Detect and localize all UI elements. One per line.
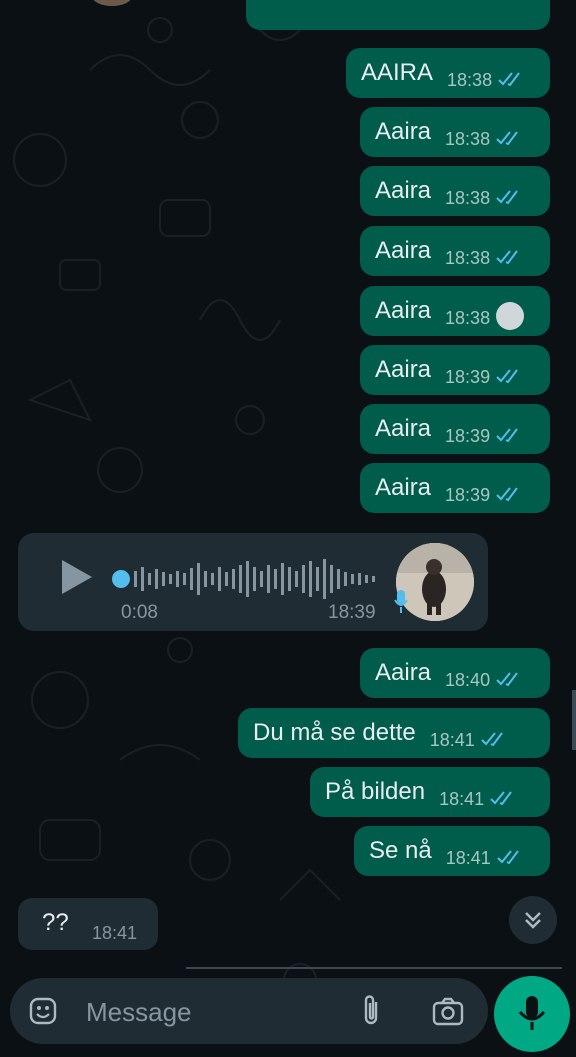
message-text: Aaira (375, 415, 432, 442)
message-text: Aaira (375, 356, 432, 383)
message-time: 18:38 (445, 307, 491, 328)
voice-message-bubble[interactable]: 0:08 18:39 (18, 533, 488, 631)
message-text: Aaira (375, 659, 432, 686)
message-composer (10, 978, 488, 1044)
message-time: 18:39 (445, 484, 491, 505)
message-time: 18:41 (439, 788, 485, 809)
voice-record-button[interactable] (494, 976, 570, 1052)
playback-scrubber[interactable] (112, 570, 130, 588)
message-time: 18:40 (445, 669, 491, 690)
message-time: 18:39 (445, 366, 491, 387)
message-text: Se nå (369, 837, 432, 864)
message-text: Aaira (375, 118, 432, 145)
message-bubble[interactable]: Se nå 18:41 (354, 826, 550, 876)
paperclip-icon[interactable] (360, 994, 384, 1028)
sticker-icon[interactable] (28, 996, 58, 1026)
message-time: 18:38 (445, 187, 491, 208)
double-chevron-down-icon (525, 912, 541, 929)
microphone-icon (394, 590, 408, 613)
message-text: Aaira (375, 297, 432, 324)
message-bubble[interactable]: Aaira 18:39 (360, 463, 550, 513)
double-check-icon (496, 190, 518, 205)
message-bubble[interactable]: Aaira 18:38 (360, 286, 550, 336)
camera-icon[interactable] (432, 996, 464, 1026)
message-time: 18:38 (447, 69, 493, 90)
double-check-icon (496, 131, 518, 146)
message-input[interactable] (84, 992, 338, 1032)
message-text: ?? (42, 909, 69, 936)
message-time: 18:41 (445, 847, 491, 868)
message-bubble[interactable]: Aaira 18:38 (360, 107, 550, 157)
message-time: 18:41 (429, 729, 475, 750)
double-check-icon (481, 732, 503, 747)
double-check-icon (496, 428, 518, 443)
voice-duration: 0:08 (121, 602, 158, 623)
message-text: Du må se dette (253, 719, 416, 746)
message-bubble[interactable]: Aaira 18:38 (360, 226, 550, 276)
message-bubble[interactable]: Aaira 18:38 (360, 166, 550, 216)
play-icon[interactable] (62, 560, 92, 594)
clock-icon (496, 302, 525, 330)
microphone-icon (518, 996, 546, 1030)
message-text: Aaira (375, 177, 432, 204)
waveform[interactable] (132, 553, 378, 605)
previous-message-bubble (246, 0, 550, 30)
incoming-message-bubble[interactable]: ?? 18:41 (18, 898, 158, 950)
message-bubble[interactable]: Aaira 18:40 (360, 648, 550, 698)
double-check-icon (498, 72, 520, 87)
message-text: På bilden (325, 778, 426, 805)
divider (186, 967, 562, 969)
message-bubble[interactable]: Aaira 18:39 (360, 404, 550, 454)
double-check-icon (496, 487, 518, 502)
message-bubble[interactable]: Du må se dette 18:41 (238, 708, 550, 758)
double-check-icon (496, 369, 518, 384)
message-time: 18:39 (328, 602, 376, 623)
double-check-icon (496, 672, 518, 687)
message-bubble[interactable]: Aaira 18:39 (360, 345, 550, 395)
message-time: 18:38 (445, 128, 491, 149)
scrollbar[interactable] (572, 690, 576, 750)
double-check-icon (497, 850, 519, 865)
message-time: 18:41 (92, 923, 138, 943)
message-text: Aaira (375, 474, 432, 501)
message-text: AAIRA (361, 59, 434, 86)
message-time: 18:39 (445, 425, 491, 446)
double-check-icon (490, 791, 512, 806)
message-text: Aaira (375, 237, 432, 264)
message-bubble[interactable]: AAIRA 18:38 (346, 48, 550, 98)
scroll-to-bottom-button[interactable] (509, 896, 557, 944)
message-bubble[interactable]: På bilden 18:41 (310, 767, 550, 817)
double-check-icon (496, 250, 518, 265)
message-time: 18:38 (445, 247, 491, 268)
